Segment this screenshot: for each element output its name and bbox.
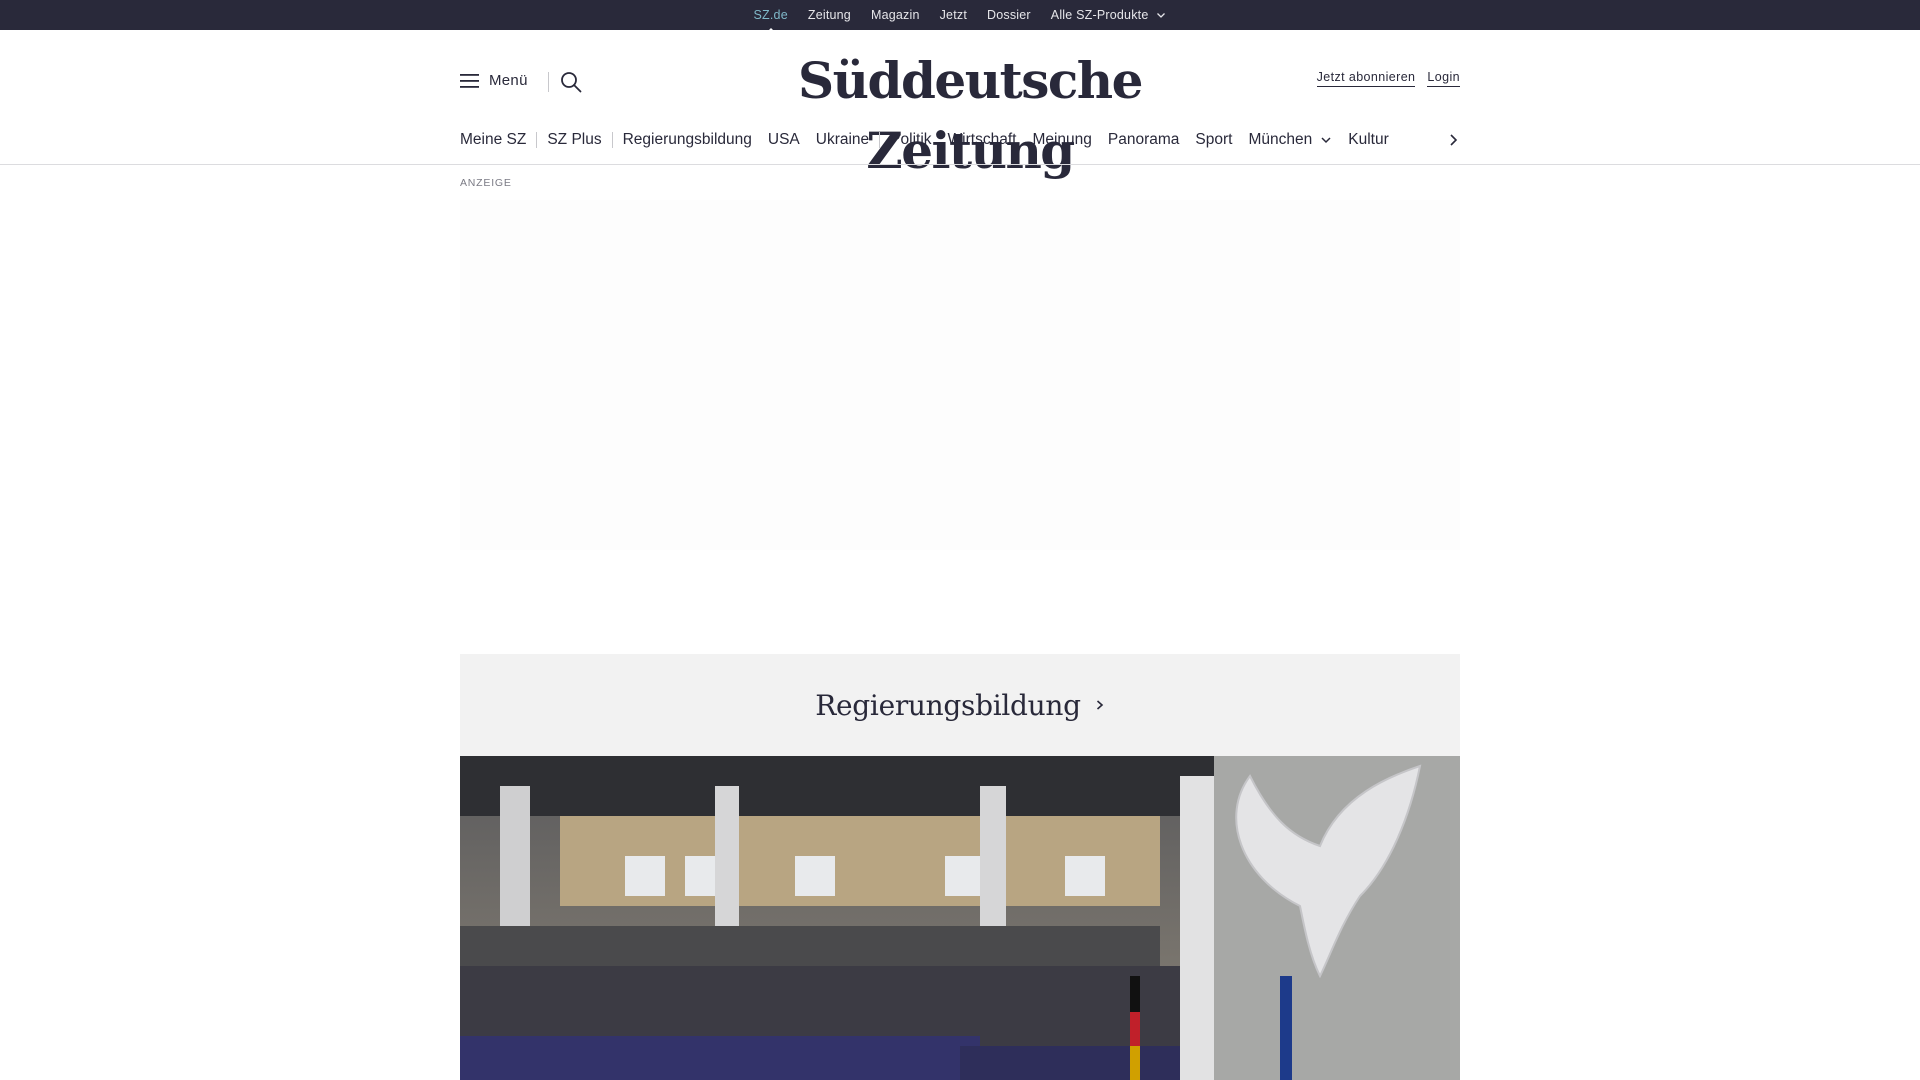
ressort-nav: Meine SZ SZ Plus Regierungsbildung USA U… bbox=[460, 128, 1460, 152]
nav-item-sport[interactable]: Sport bbox=[1195, 131, 1232, 149]
nav-item-meine-sz[interactable]: Meine SZ bbox=[460, 131, 526, 149]
nav-item-kultur[interactable]: Kultur bbox=[1348, 131, 1389, 149]
ad-label: ANZEIGE bbox=[460, 177, 512, 189]
product-link-zeitung[interactable]: Zeitung bbox=[808, 8, 851, 22]
hero-image[interactable] bbox=[460, 756, 1460, 1080]
site-logo[interactable]: Süddeutsche Zeitung bbox=[720, 46, 1220, 186]
account-links: Jetzt abonnieren Login bbox=[1316, 70, 1460, 87]
hamburger-icon bbox=[460, 73, 479, 88]
subscribe-link[interactable]: Jetzt abonnieren bbox=[1316, 70, 1416, 87]
topic-title: Regierungsbildung bbox=[815, 688, 1081, 722]
nav-item-ukraine[interactable]: Ukraine bbox=[816, 131, 869, 149]
header-divider-line bbox=[0, 164, 1920, 165]
nav-divider bbox=[611, 132, 613, 148]
nav-item-politik[interactable]: Politik bbox=[890, 131, 931, 149]
nav-item-meinung[interactable]: Meinung bbox=[1032, 131, 1091, 149]
topic-link[interactable]: Regierungsbildung bbox=[815, 689, 1105, 722]
nav-divider bbox=[536, 132, 538, 148]
product-nav: SZ.de Zeitung Magazin Jetzt Dossier Alle… bbox=[0, 0, 1920, 33]
top-utility-bar: SZ.de Zeitung Magazin Jetzt Dossier Alle… bbox=[0, 0, 1920, 33]
ad-slot[interactable] bbox=[460, 200, 1460, 550]
topic-header: Regierungsbildung bbox=[460, 654, 1460, 756]
nav-item-usa[interactable]: USA bbox=[768, 131, 800, 149]
site-header: Menü Süddeutsche Zeitung Jetzt abonniere… bbox=[460, 30, 1460, 180]
hero-illustration bbox=[460, 756, 1460, 1080]
nav-divider bbox=[879, 132, 881, 148]
product-link-magazin[interactable]: Magazin bbox=[871, 8, 920, 22]
nav-item-panorama[interactable]: Panorama bbox=[1108, 131, 1180, 149]
nav-item-wirtschaft[interactable]: Wirtschaft bbox=[948, 131, 1017, 149]
nav-item-sz-plus[interactable]: SZ Plus bbox=[547, 131, 601, 149]
all-products-dropdown[interactable]: Alle SZ-Produkte bbox=[1051, 8, 1167, 22]
header-divider bbox=[548, 72, 549, 92]
product-link-dossier[interactable]: Dossier bbox=[987, 8, 1031, 22]
nav-item-muenchen-label: München bbox=[1248, 131, 1313, 148]
product-link-jetzt[interactable]: Jetzt bbox=[940, 8, 967, 22]
all-products-label: Alle SZ-Produkte bbox=[1050, 8, 1149, 22]
chevron-right-icon bbox=[1096, 700, 1103, 710]
nav-item-regierungsbildung[interactable]: Regierungsbildung bbox=[623, 131, 752, 149]
chevron-right-icon[interactable] bbox=[1446, 132, 1460, 148]
login-link[interactable]: Login bbox=[1427, 70, 1460, 87]
menu-button[interactable]: Menü bbox=[460, 72, 528, 89]
search-icon[interactable] bbox=[560, 71, 582, 93]
chevron-down-icon bbox=[1321, 137, 1331, 144]
nav-item-muenchen[interactable]: München bbox=[1248, 131, 1332, 149]
chevron-down-icon bbox=[1157, 13, 1166, 18]
menu-label: Menü bbox=[489, 72, 528, 89]
product-link-sz-de[interactable]: SZ.de bbox=[754, 8, 788, 33]
